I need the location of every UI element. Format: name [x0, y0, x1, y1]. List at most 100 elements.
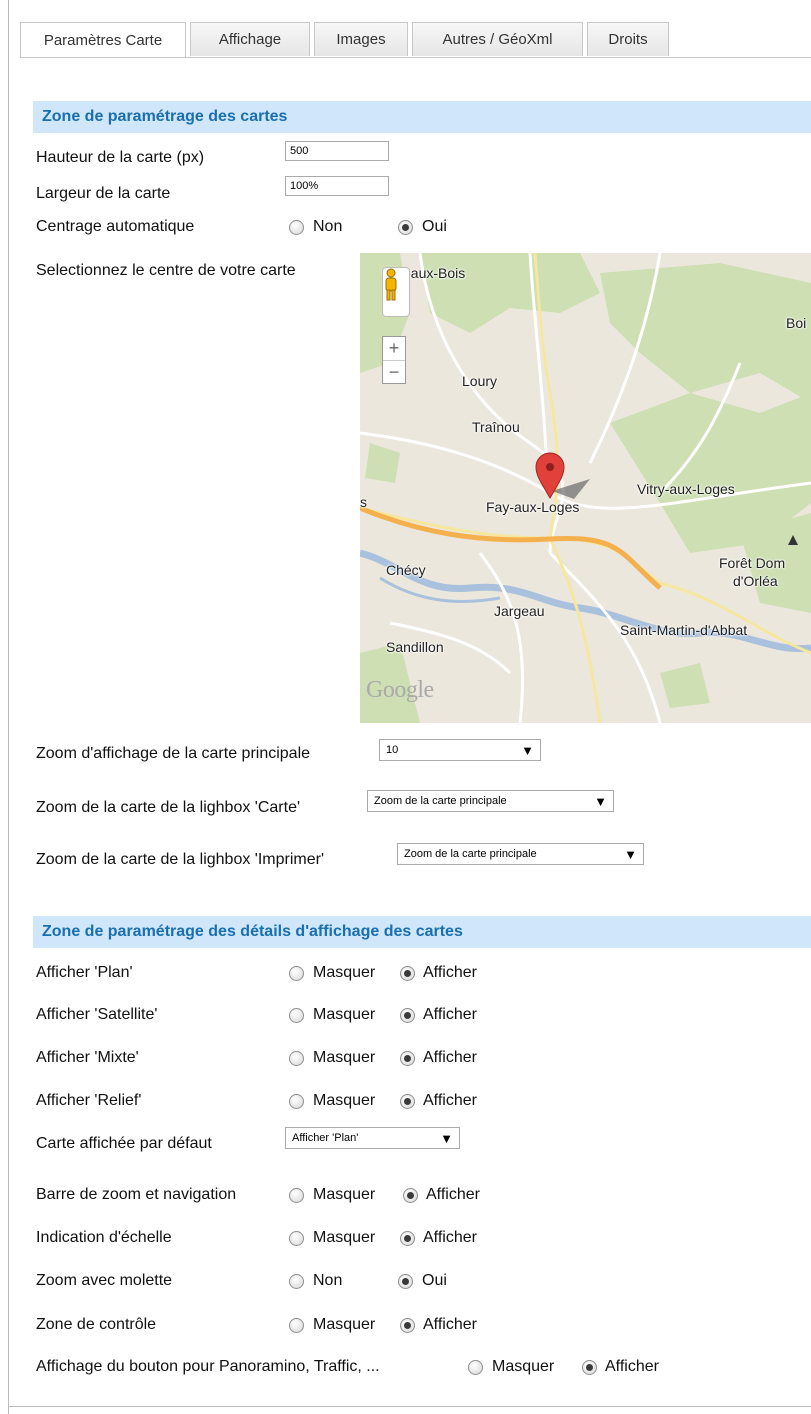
map-width-input[interactable] — [285, 176, 389, 196]
tab-bar: Paramètres Carte Affichage Images Autres… — [20, 22, 669, 58]
option-label: Oui — [422, 1272, 447, 1289]
street-view-pegman-icon[interactable] — [382, 267, 410, 317]
scale-indicator-show-radio[interactable] — [400, 1230, 415, 1246]
show-relief-hide-option[interactable]: Masquer — [289, 1092, 375, 1110]
zoom-main-select[interactable]: 10 ▼ — [379, 739, 541, 761]
center-picker-map[interactable]: ville-aux-Bois Boi Loury Traînou Vitry-a… — [360, 253, 811, 723]
zoom-nav-bar-show-option[interactable]: Afficher — [403, 1186, 480, 1204]
default-map-value: Afficher 'Plan' — [292, 1132, 359, 1144]
show-plan-hide-option[interactable]: Masquer — [289, 964, 375, 982]
option-label: Afficher — [423, 1316, 477, 1333]
tab-images[interactable]: Images — [314, 22, 408, 56]
autocenter-no-label: Non — [313, 218, 343, 235]
control-zone-hide-radio[interactable] — [289, 1317, 304, 1333]
show-satellite-show-radio[interactable] — [400, 1007, 415, 1023]
map-place-label: Boi — [786, 315, 807, 331]
show-satellite-hide-option[interactable]: Masquer — [289, 1006, 375, 1024]
dropdown-arrow-icon: ▼ — [440, 1130, 453, 1146]
autocenter-yes-option[interactable]: Oui — [398, 218, 447, 236]
scroll-zoom-no-option[interactable]: Non — [289, 1272, 342, 1290]
option-label: Afficher — [423, 964, 477, 981]
tab-parametres-carte[interactable]: Paramètres Carte — [20, 22, 186, 58]
option-label: Masquer — [313, 1229, 376, 1246]
control-zone-hide-option[interactable]: Masquer — [289, 1316, 375, 1334]
google-logo: Google — [366, 677, 434, 703]
panoramio-button-label: Affichage du bouton pour Panoramino, Tra… — [36, 1358, 380, 1375]
zoom-lightbox-select[interactable]: Zoom de la carte principale ▼ — [367, 790, 614, 812]
zoom-print-select[interactable]: Zoom de la carte principale ▼ — [397, 843, 644, 865]
autocenter-no-radio[interactable] — [289, 219, 304, 235]
map-zoom-in-button[interactable]: + — [383, 337, 405, 360]
map-place-label: Chécy — [386, 562, 426, 578]
show-mixte-hide-radio[interactable] — [289, 1050, 304, 1066]
show-mixte-show-radio[interactable] — [400, 1050, 415, 1066]
scroll-zoom-yes-option[interactable]: Oui — [398, 1272, 447, 1290]
section-header-map-settings: Zone de paramétrage des cartes — [33, 101, 811, 133]
zoom-main-value: 10 — [386, 744, 399, 756]
default-map-select[interactable]: Afficher 'Plan' ▼ — [285, 1127, 460, 1149]
autocenter-no-option[interactable]: Non — [289, 218, 342, 236]
show-mixte-label: Afficher 'Mixte' — [36, 1049, 139, 1066]
scroll-zoom-yes-radio[interactable] — [398, 1273, 413, 1289]
default-map-label: Carte affichée par défaut — [36, 1135, 212, 1152]
option-label: Masquer — [313, 964, 376, 981]
autocenter-yes-radio[interactable] — [398, 219, 413, 235]
show-mixte-show-option[interactable]: Afficher — [400, 1049, 477, 1067]
control-zone-label: Zone de contrôle — [36, 1316, 157, 1333]
zoom-lightbox-value: Zoom de la carte principale — [374, 795, 507, 807]
show-plan-show-radio[interactable] — [400, 965, 415, 981]
control-zone-show-radio[interactable] — [400, 1317, 415, 1333]
panoramio-button-hide-option[interactable]: Masquer — [468, 1358, 554, 1376]
tab-autres-geoxml[interactable]: Autres / GéoXml — [412, 22, 583, 56]
show-satellite-label: Afficher 'Satellite' — [36, 1006, 158, 1023]
scale-indicator-show-option[interactable]: Afficher — [400, 1229, 477, 1247]
map-height-input[interactable] — [285, 141, 389, 161]
zoom-nav-bar-hide-option[interactable]: Masquer — [289, 1186, 375, 1204]
map-zoom-control: + − — [382, 336, 406, 384]
tab-affichage[interactable]: Affichage — [190, 22, 310, 56]
width-label: Largeur de la carte — [36, 185, 171, 202]
show-relief-hide-radio[interactable] — [289, 1093, 304, 1109]
dropdown-arrow-icon: ▼ — [521, 742, 534, 758]
autocenter-label: Centrage automatique — [36, 218, 195, 235]
zoom-main-label: Zoom d'affichage de la carte principale — [36, 745, 311, 762]
option-label: Non — [313, 1272, 343, 1289]
scale-indicator-hide-radio[interactable] — [289, 1230, 304, 1246]
show-relief-show-radio[interactable] — [400, 1093, 415, 1109]
map-place-label: Saint-Martin-d'Abbat — [620, 622, 748, 638]
map-place-label: Loury — [462, 373, 498, 389]
map-place-label: Vitry-aux-Loges — [637, 481, 735, 497]
option-label: Afficher — [423, 1006, 477, 1023]
map-place-label: s — [360, 494, 367, 510]
autocenter-yes-label: Oui — [422, 218, 447, 235]
show-relief-label: Afficher 'Relief' — [36, 1092, 142, 1109]
zoom-nav-bar-hide-radio[interactable] — [289, 1187, 304, 1203]
section-header-display-details: Zone de paramétrage des détails d'affich… — [33, 916, 811, 948]
show-plan-hide-radio[interactable] — [289, 965, 304, 981]
zoom-nav-bar-show-radio[interactable] — [403, 1187, 418, 1203]
option-label: Afficher — [423, 1092, 477, 1109]
select-center-label: Selectionnez le centre de votre carte — [36, 262, 296, 279]
panoramio-button-show-radio[interactable] — [582, 1359, 597, 1375]
option-label: Afficher — [423, 1229, 477, 1246]
option-label: Masquer — [313, 1186, 376, 1203]
show-mixte-hide-option[interactable]: Masquer — [289, 1049, 375, 1067]
scroll-zoom-no-radio[interactable] — [289, 1273, 304, 1289]
scale-indicator-hide-option[interactable]: Masquer — [289, 1229, 375, 1247]
panoramio-button-hide-radio[interactable] — [468, 1359, 483, 1375]
tab-droits[interactable]: Droits — [587, 22, 669, 56]
control-zone-show-option[interactable]: Afficher — [400, 1316, 477, 1334]
show-relief-show-option[interactable]: Afficher — [400, 1092, 477, 1110]
show-satellite-hide-radio[interactable] — [289, 1007, 304, 1023]
show-plan-show-option[interactable]: Afficher — [400, 964, 477, 982]
panoramio-button-show-option[interactable]: Afficher — [582, 1358, 659, 1376]
option-label: Masquer — [313, 1092, 376, 1109]
show-satellite-show-option[interactable]: Afficher — [400, 1006, 477, 1024]
zoom-lightbox-label: Zoom de la carte de la lighbox 'Carte' — [36, 799, 301, 816]
map-place-label: Traînou — [472, 419, 520, 435]
option-label: Masquer — [313, 1316, 376, 1333]
option-label: Masquer — [313, 1006, 376, 1023]
show-plan-label: Afficher 'Plan' — [36, 964, 133, 981]
map-zoom-out-button[interactable]: − — [383, 359, 405, 384]
scroll-zoom-label: Zoom avec molette — [36, 1272, 173, 1289]
